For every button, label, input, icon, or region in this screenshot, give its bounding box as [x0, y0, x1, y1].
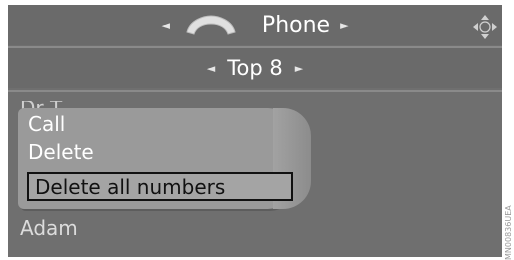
delete-menu-item[interactable]: Delete [28, 140, 94, 164]
list-item[interactable]: Adam [20, 215, 79, 241]
phone-handset-icon [184, 14, 238, 36]
phone-screen: ◄ Phone ► ◄ Top 8 ► Dr T... Peter Adam C… [8, 5, 502, 257]
subheader-divider [8, 90, 502, 92]
subheader-bar: ◄ Top 8 ► [8, 48, 502, 88]
previous-list-arrow[interactable]: ◄ [207, 62, 215, 75]
context-menu: Call Delete Delete all numbers [18, 108, 311, 209]
header-bar: ◄ Phone ► [8, 5, 502, 45]
next-list-arrow[interactable]: ► [295, 62, 303, 75]
delete-all-numbers-menu-item[interactable]: Delete all numbers [27, 172, 293, 201]
list-title: Top 8 [227, 56, 283, 80]
navigation-controller-icon [473, 15, 497, 39]
image-code-watermark: MN00836UEA [505, 205, 513, 260]
svg-text:MN00836UEA: MN00836UEA [505, 205, 513, 260]
menu-title: Phone [261, 12, 331, 38]
call-menu-item[interactable]: Call [28, 112, 65, 136]
previous-menu-arrow[interactable]: ◄ [161, 19, 169, 32]
next-menu-arrow[interactable]: ► [340, 19, 348, 32]
